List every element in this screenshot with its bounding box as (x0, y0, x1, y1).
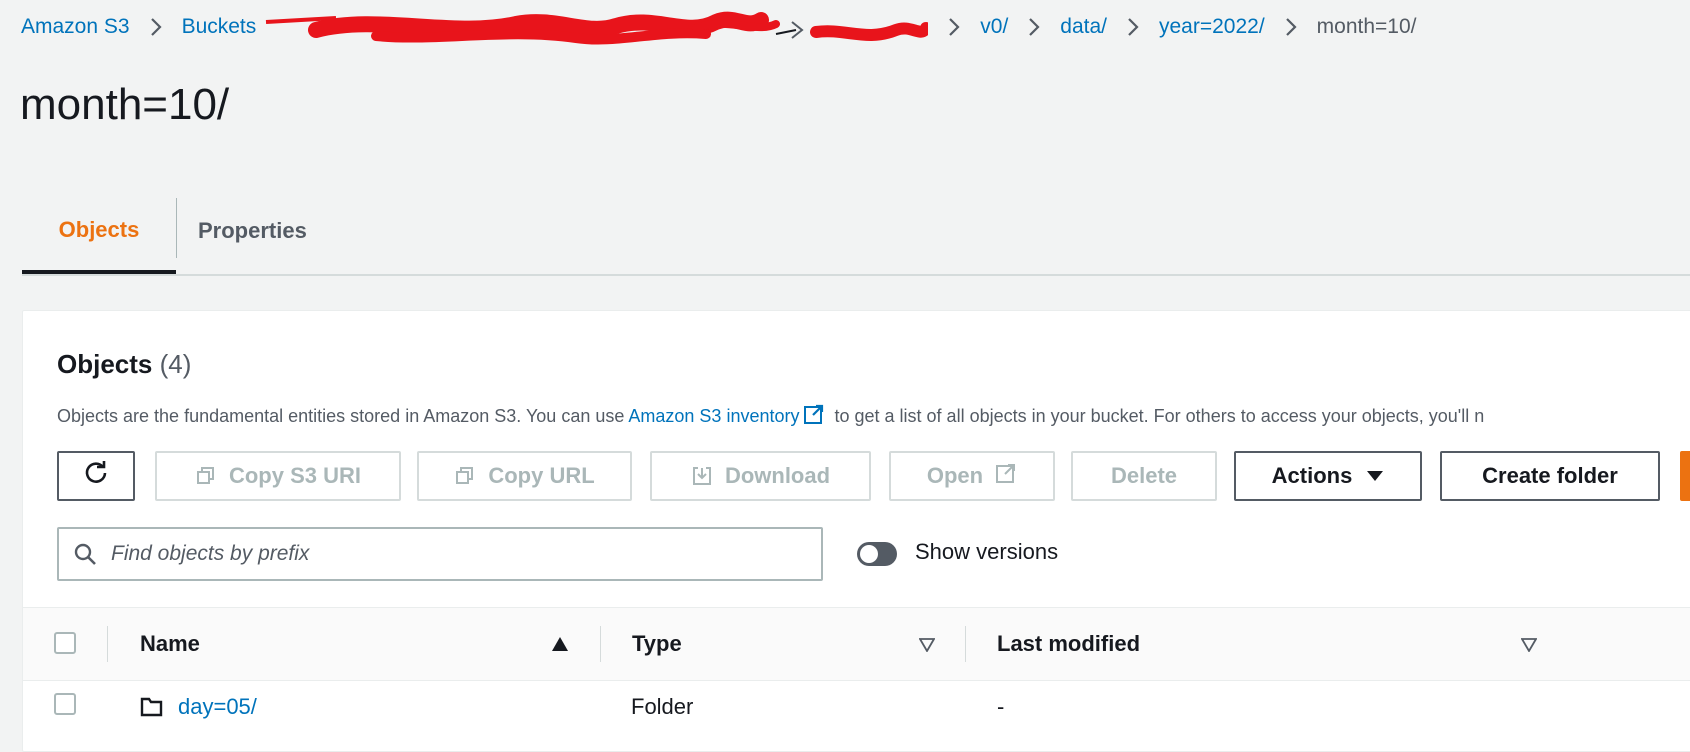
copy-url-label: Copy URL (488, 463, 595, 488)
objects-heading-label: Objects (57, 349, 153, 379)
table-header: Name Type Last modified (23, 607, 1690, 681)
delete-button[interactable]: Delete (1071, 451, 1217, 501)
chevron-right-icon (1285, 17, 1297, 37)
column-header-name[interactable]: Name (140, 608, 200, 680)
create-folder-button[interactable]: Create folder (1440, 451, 1660, 501)
description-text-after: to get a list of all objects in your buc… (834, 406, 1485, 426)
description-text-before: Objects are the fundamental entities sto… (57, 406, 625, 426)
table-row: day=05/ Folder - (23, 679, 1690, 739)
chevron-right-icon (1127, 17, 1139, 37)
copy-icon (454, 465, 476, 487)
copy-url-button[interactable]: Copy URL (417, 451, 632, 501)
page-title: month=10/ (20, 80, 230, 129)
open-button[interactable]: Open (889, 451, 1055, 501)
objects-description: Objects are the fundamental entities sto… (57, 403, 1484, 430)
objects-heading: Objects (4) (57, 349, 191, 380)
refresh-icon (83, 460, 109, 492)
column-divider (965, 626, 966, 662)
folder-icon (140, 696, 164, 718)
sort-icon[interactable] (919, 638, 935, 652)
chevron-right-icon (1028, 17, 1040, 37)
search-field (57, 527, 823, 581)
external-link-icon[interactable] (803, 403, 825, 430)
breadcrumb-data[interactable]: data/ (1060, 15, 1107, 39)
select-all-checkbox[interactable] (54, 632, 76, 654)
breadcrumb-current: month=10/ (1316, 15, 1417, 38)
tab-properties[interactable]: Properties (198, 190, 368, 272)
actions-dropdown-button[interactable]: Actions (1234, 451, 1422, 501)
breadcrumb-year[interactable]: year=2022/ (1159, 15, 1265, 39)
download-button[interactable]: Download (650, 451, 871, 501)
sort-icon[interactable] (1521, 638, 1537, 652)
tab-divider (176, 198, 177, 258)
show-versions-label: Show versions (915, 539, 1059, 564)
download-icon (691, 465, 713, 487)
external-link-icon (995, 462, 1017, 490)
open-label: Open (926, 463, 984, 488)
copy-s3-uri-label: Copy S3 URI (228, 463, 362, 488)
actions-label: Actions (1271, 463, 1353, 488)
tab-bar: Objects Properties (22, 190, 1690, 276)
sort-ascending-icon[interactable] (551, 636, 569, 652)
breadcrumb-v0[interactable]: v0/ (980, 15, 1008, 39)
type-cell: Folder (631, 694, 694, 719)
copy-s3-uri-button[interactable]: Copy S3 URI (155, 451, 401, 501)
row-checkbox[interactable] (54, 693, 76, 715)
chevron-right-icon (150, 17, 162, 37)
objects-panel: Objects (4) Objects are the fundamental … (22, 310, 1690, 752)
objects-count: (4) (159, 349, 192, 379)
caret-down-icon (1366, 463, 1384, 489)
column-divider (107, 626, 108, 662)
column-divider (600, 626, 601, 662)
folder-link[interactable]: day=05/ (178, 694, 257, 720)
redacted-breadcrumb-area (256, 11, 929, 45)
breadcrumb-amazon-s3[interactable]: Amazon S3 (21, 15, 130, 39)
search-input[interactable] (109, 541, 803, 567)
search-icon (73, 542, 97, 566)
upload-button[interactable] (1680, 451, 1690, 501)
last-modified-cell: - (997, 694, 1005, 719)
redaction-scribble (266, 11, 929, 45)
toggle-knob (860, 545, 878, 563)
refresh-button[interactable] (57, 451, 135, 501)
name-cell: day=05/ (140, 679, 257, 735)
breadcrumb-buckets[interactable]: Buckets (182, 15, 257, 39)
download-label: Download (724, 463, 831, 488)
column-header-last-modified[interactable]: Last modified (997, 608, 1140, 680)
copy-icon (195, 465, 217, 487)
column-header-type[interactable]: Type (632, 608, 682, 680)
chevron-right-icon (948, 17, 960, 37)
s3-inventory-link[interactable]: Amazon S3 inventory (628, 406, 799, 426)
show-versions-toggle[interactable] (857, 542, 897, 566)
tab-objects[interactable]: Objects (22, 190, 176, 274)
breadcrumb: Amazon S3 Buckets v0/ data/ year=2022/ m… (21, 11, 1417, 45)
